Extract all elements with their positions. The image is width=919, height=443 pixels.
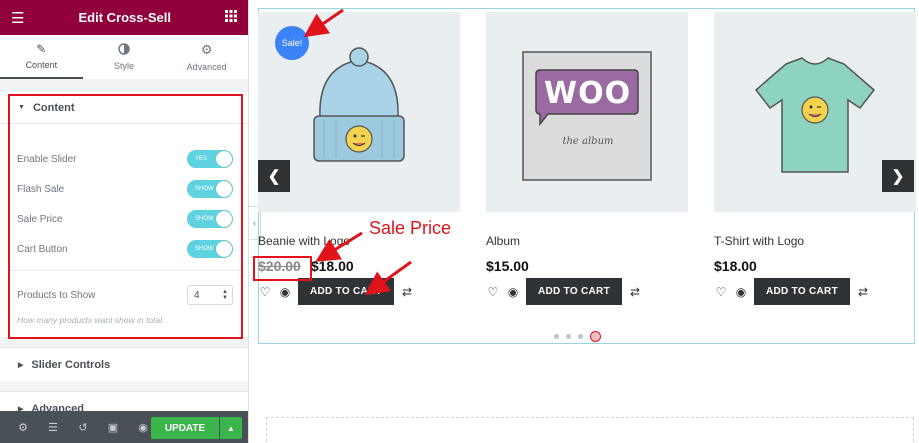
tab-style-label: Style	[114, 61, 135, 71]
slider-pagination	[554, 331, 601, 342]
compare-icon[interactable]: ⇄	[856, 285, 870, 299]
add-to-cart-button[interactable]: ADD TO CART	[754, 278, 850, 305]
layers-icon[interactable]: ☰	[38, 411, 68, 443]
pencil-icon: ✎	[36, 42, 47, 56]
compare-icon[interactable]: ⇄	[400, 285, 414, 299]
slider-prev-button[interactable]: ❮	[258, 160, 290, 192]
product-actions: ♡ ◉ ADD TO CART ⇄	[714, 278, 870, 305]
album-art-subtitle: the album	[562, 136, 614, 147]
chevron-left-icon: ‹	[253, 218, 256, 228]
slider-controls-title: Slider Controls	[31, 358, 111, 371]
chevron-right-icon: ❯	[891, 168, 905, 185]
pagination-dot[interactable]	[566, 334, 571, 339]
slider-next-button[interactable]: ❯	[882, 160, 914, 192]
settings-icon[interactable]: ⚙	[8, 411, 38, 443]
sale-price: $18.00	[310, 258, 354, 274]
slider-controls-section[interactable]: ▶ Slider Controls	[0, 347, 248, 381]
update-options-button[interactable]: ▲	[220, 417, 242, 439]
product-title[interactable]: Album	[486, 234, 520, 248]
tab-advanced-label: Advanced	[186, 62, 227, 72]
highlight-box	[8, 94, 243, 339]
panel-header: ☰ Edit Cross-Sell	[0, 0, 248, 35]
pagination-dot[interactable]	[578, 334, 583, 339]
half-circle-icon	[118, 43, 130, 57]
caret-up-icon: ▲	[227, 423, 235, 433]
add-to-cart-button[interactable]: ADD TO CART	[526, 278, 622, 305]
history-icon[interactable]: ↺	[68, 411, 98, 443]
panel-title: Edit Cross-Sell	[78, 10, 171, 25]
chevron-left-icon: ❮	[267, 168, 281, 185]
annotation-price-box	[253, 256, 312, 281]
pagination-dot[interactable]	[554, 334, 559, 339]
product-actions: ♡ ◉ ADD TO CART ⇄	[486, 278, 642, 305]
add-to-cart-button[interactable]: ADD TO CART	[298, 278, 394, 305]
update-button[interactable]: UPDATE	[151, 417, 219, 439]
empty-section-placeholder	[266, 417, 914, 443]
heart-icon[interactable]: ♡	[714, 285, 728, 299]
panel-tabs: ✎ Content Style ⚙ Advanced	[0, 35, 248, 79]
grid-icon[interactable]	[224, 9, 237, 27]
heart-icon[interactable]: ♡	[486, 285, 500, 299]
compare-icon[interactable]: ⇄	[628, 285, 642, 299]
editor-panel: ☰ Edit Cross-Sell ✎ Content Style ⚙ Adva…	[0, 0, 249, 443]
eye-icon[interactable]: ◉	[734, 285, 748, 299]
eye-icon[interactable]: ◉	[506, 285, 520, 299]
tab-content-label: Content	[25, 60, 58, 70]
product-image-album[interactable]	[486, 12, 688, 212]
caret-right-icon: ▶	[18, 361, 24, 369]
responsive-icon[interactable]: ▣	[98, 411, 128, 443]
product-price: $18.00	[714, 258, 757, 274]
album-art-logo: WOO	[544, 76, 632, 111]
hamburger-icon[interactable]: ☰	[11, 9, 24, 27]
product-title[interactable]: Beanie with Logo	[258, 234, 350, 248]
heart-icon[interactable]: ♡	[258, 285, 272, 299]
product-actions: ♡ ◉ ADD TO CART ⇄	[258, 278, 414, 305]
tab-style[interactable]: Style	[83, 35, 166, 79]
pagination-dot-active[interactable]	[590, 331, 601, 342]
tab-advanced[interactable]: ⚙ Advanced	[165, 35, 248, 79]
product-price: $15.00	[486, 258, 529, 274]
sale-badge: Sale!	[275, 26, 309, 60]
eye-icon[interactable]: ◉	[278, 285, 292, 299]
annotation-label: Sale Price	[369, 218, 452, 238]
tab-content[interactable]: ✎ Content	[0, 35, 83, 79]
product-title[interactable]: T-Shirt with Logo	[714, 234, 804, 248]
gear-icon: ⚙	[200, 42, 213, 57]
